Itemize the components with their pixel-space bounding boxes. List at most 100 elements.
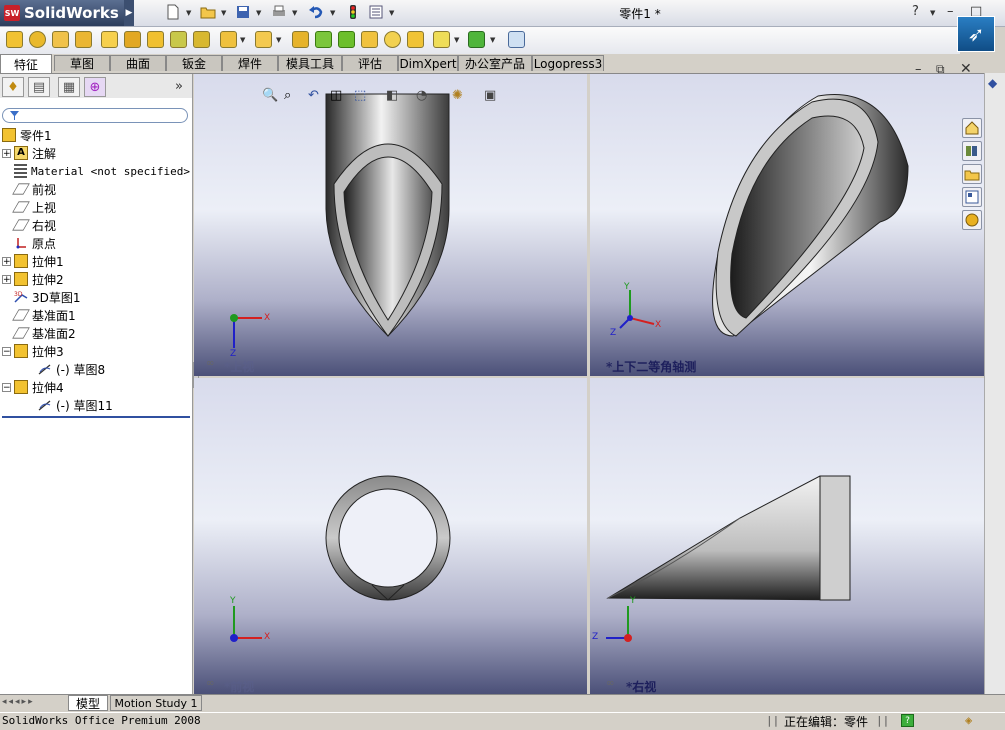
- revolved-boss-icon[interactable]: [29, 31, 46, 48]
- open-folder-icon[interactable]: [200, 4, 216, 20]
- help-icon[interactable]: ?: [912, 4, 919, 19]
- zoom-to-fit-icon[interactable]: 🔍: [262, 88, 278, 103]
- design-library-icon[interactable]: [962, 141, 982, 161]
- link-views-icon[interactable]: ∞: [606, 678, 614, 689]
- tree-item-extrude3[interactable]: − 拉伸3: [2, 342, 190, 360]
- solidworks-resources-home-icon[interactable]: [962, 118, 982, 138]
- options-dropdown-icon[interactable]: ▼: [389, 9, 394, 17]
- viewport-minimize-button[interactable]: –: [915, 62, 922, 77]
- link-views-icon[interactable]: ∞: [206, 358, 214, 369]
- tree-item-extrude1[interactable]: + 拉伸1: [2, 252, 190, 270]
- tree-filter-input[interactable]: [2, 108, 188, 123]
- open-dropdown-icon[interactable]: ▼: [221, 9, 226, 17]
- tab-model[interactable]: 模型: [68, 695, 108, 711]
- undo-icon[interactable]: [308, 4, 324, 20]
- curves-icon[interactable]: [468, 31, 485, 48]
- save-icon[interactable]: [235, 4, 251, 20]
- link-views-icon[interactable]: ∞: [206, 678, 214, 689]
- hide-show-items-icon[interactable]: ◔: [416, 88, 427, 103]
- tree-root[interactable]: 零件1: [2, 126, 190, 144]
- swept-boss-icon[interactable]: [52, 31, 69, 48]
- fillet-icon[interactable]: [220, 31, 237, 48]
- expand-icon[interactable]: +: [2, 148, 11, 158]
- tree-item-extrude4[interactable]: − 拉伸4: [2, 378, 190, 396]
- tree-item-plane1[interactable]: 基准面1: [2, 306, 190, 324]
- task-pane-pin-icon[interactable]: ◆: [988, 76, 997, 90]
- tab-sheet-metal[interactable]: 钣金: [166, 55, 222, 71]
- new-dropdown-icon[interactable]: ▼: [186, 9, 191, 17]
- tree-item-material[interactable]: Material <not specified>: [2, 162, 190, 180]
- tree-item-right-plane[interactable]: 右视: [2, 216, 190, 234]
- status-tag-icon[interactable]: ◈: [965, 713, 972, 727]
- dimxpert-manager-tab-icon[interactable]: ⊕: [84, 77, 106, 97]
- appearances-icon[interactable]: [962, 210, 982, 230]
- view-orientation-icon[interactable]: ⬚: [354, 88, 366, 103]
- pattern-dropdown-icon[interactable]: ▼: [276, 36, 281, 44]
- viewport-top-right[interactable]: Y X Z *上下二等角轴测: [590, 74, 984, 376]
- fillet-dropdown-icon[interactable]: ▼: [240, 36, 245, 44]
- lofted-cut-icon[interactable]: [193, 31, 210, 48]
- tree-item-plane2[interactable]: 基准面2: [2, 324, 190, 342]
- display-style-icon[interactable]: ◧: [386, 88, 398, 103]
- help-dropdown-icon[interactable]: ▼: [930, 9, 935, 17]
- file-explorer-icon[interactable]: [962, 164, 982, 184]
- zoom-to-area-icon[interactable]: ⌕: [284, 88, 291, 103]
- print-dropdown-icon[interactable]: ▼: [292, 9, 297, 17]
- quick-tips-icon[interactable]: ?: [901, 714, 914, 727]
- section-view-icon[interactable]: ◫: [330, 88, 342, 103]
- extruded-boss-icon[interactable]: [6, 31, 23, 48]
- linear-pattern-icon[interactable]: [255, 31, 272, 48]
- tree-item-3d-sketch1[interactable]: 3D 3D草图1: [2, 288, 190, 306]
- feature-manager-tab-icon[interactable]: ♦: [2, 77, 24, 97]
- mirror-icon[interactable]: [407, 31, 424, 48]
- panel-expand-icon[interactable]: »: [175, 79, 183, 94]
- tab-dimxpert[interactable]: DimXpert: [398, 55, 458, 71]
- tree-item-sketch11[interactable]: (-) 草图11: [2, 396, 190, 414]
- expand-icon[interactable]: +: [2, 256, 11, 266]
- menu-expand-arrow[interactable]: ▶: [124, 0, 134, 26]
- tab-surfaces[interactable]: 曲面: [110, 55, 166, 71]
- tab-logopress[interactable]: Logopress3: [532, 55, 604, 71]
- rollback-bar[interactable]: [2, 416, 190, 418]
- view-settings-icon[interactable]: ▣: [484, 88, 496, 103]
- hole-wizard-icon[interactable]: [124, 31, 141, 48]
- tree-item-top-plane[interactable]: 上视: [2, 198, 190, 216]
- apply-scene-icon[interactable]: ✺: [452, 88, 463, 103]
- instant3d-icon[interactable]: [508, 31, 525, 48]
- wrap-icon[interactable]: [361, 31, 378, 48]
- tab-scroll-arrows-icon[interactable]: ◂◂◂▸▸: [2, 697, 35, 707]
- reference-geometry-icon[interactable]: [433, 31, 450, 48]
- solidworks-logo[interactable]: SW SolidWorks: [0, 0, 124, 26]
- dome-icon[interactable]: [384, 31, 401, 48]
- viewport-bottom-right[interactable]: Y Z ∞ *右视: [590, 378, 984, 694]
- previous-view-icon[interactable]: ↶: [308, 88, 319, 103]
- viewport-bottom-left[interactable]: Y X ∞ *前视: [194, 378, 587, 694]
- rib-icon[interactable]: [292, 31, 309, 48]
- view-palette-icon[interactable]: [962, 187, 982, 207]
- swept-cut-icon[interactable]: [170, 31, 187, 48]
- viewport-top-left[interactable]: 🔍 ⌕ ↶ ◫ ⬚ ◧ ◔ ✺ ▣ X Z ∞ *上视: [194, 74, 587, 376]
- tab-motion-study[interactable]: Motion Study 1: [110, 695, 202, 711]
- lofted-boss-icon[interactable]: [75, 31, 92, 48]
- undo-dropdown-icon[interactable]: ▼: [330, 9, 335, 17]
- property-manager-tab-icon[interactable]: ▤: [28, 77, 50, 97]
- expand-icon[interactable]: +: [2, 274, 11, 284]
- extruded-cut-icon[interactable]: [101, 31, 118, 48]
- tab-mold-tools[interactable]: 模具工具: [278, 55, 342, 71]
- save-dropdown-icon[interactable]: ▼: [256, 9, 261, 17]
- collapse-icon[interactable]: −: [2, 346, 11, 356]
- viewport-close-button[interactable]: ✕: [960, 61, 972, 77]
- tab-features[interactable]: 特征: [0, 54, 52, 73]
- solidworks-resources-icon[interactable]: ➶: [957, 16, 995, 52]
- tab-sketch[interactable]: 草图: [54, 55, 110, 71]
- collapse-icon[interactable]: −: [2, 382, 11, 392]
- tree-item-annotations[interactable]: + A 注解: [2, 144, 190, 162]
- tab-office-products[interactable]: 办公室产品: [458, 55, 532, 71]
- tab-weldments[interactable]: 焊件: [222, 55, 278, 71]
- rebuild-icon[interactable]: [345, 4, 361, 20]
- options-icon[interactable]: [368, 4, 384, 20]
- tree-item-sketch8[interactable]: (-) 草图8: [2, 360, 190, 378]
- shell-icon[interactable]: [338, 31, 355, 48]
- tree-item-extrude2[interactable]: + 拉伸2: [2, 270, 190, 288]
- tree-item-front-plane[interactable]: 前视: [2, 180, 190, 198]
